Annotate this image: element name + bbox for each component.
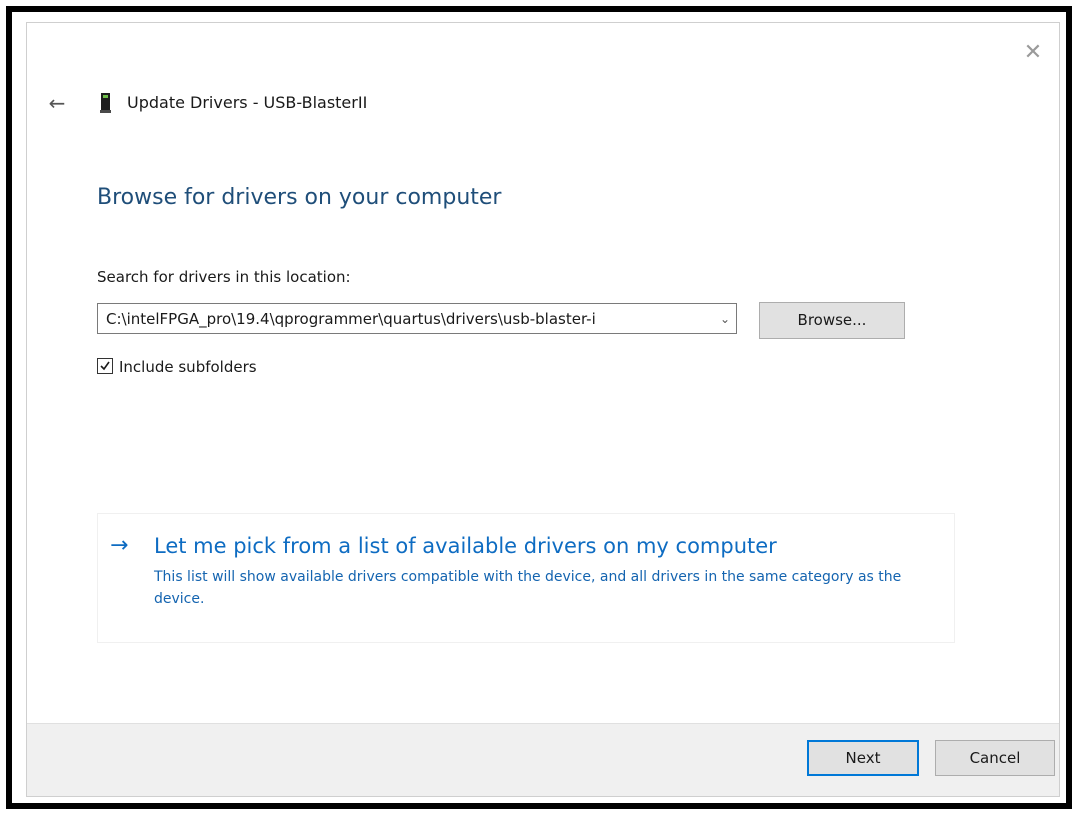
usb-device-icon (100, 93, 111, 113)
driver-path-value: C:\intelFPGA_pro\19.4\qprogrammer\quartu… (106, 310, 596, 328)
checkmark-icon (100, 361, 110, 371)
pick-from-list-title[interactable]: Let me pick from a list of available dri… (154, 532, 777, 560)
update-drivers-dialog: ✕ ← Update Drivers - USB-BlasterII Brows… (26, 22, 1060, 797)
browse-button[interactable]: Browse... (759, 302, 905, 339)
page-heading: Browse for drivers on your computer (97, 185, 502, 210)
wizard-title: Update Drivers - USB-BlasterII (127, 93, 368, 112)
driver-path-combobox[interactable]: C:\intelFPGA_pro\19.4\qprogrammer\quartu… (97, 303, 737, 334)
cancel-button[interactable]: Cancel (935, 740, 1055, 776)
pick-from-list-description: This list will show available drivers co… (154, 569, 902, 607)
search-location-label: Search for drivers in this location: (97, 268, 351, 286)
dialog-footer: Next Cancel (27, 723, 1059, 796)
next-button[interactable]: Next (807, 740, 919, 776)
right-arrow-icon: → (110, 533, 129, 558)
include-subfolders-label: Include subfolders (119, 358, 257, 376)
chevron-down-icon[interactable]: ⌄ (720, 309, 730, 329)
screenshot-frame: ✕ ← Update Drivers - USB-BlasterII Brows… (6, 6, 1072, 809)
close-icon[interactable]: ✕ (1021, 41, 1045, 65)
back-arrow-icon[interactable]: ← (45, 91, 69, 115)
include-subfolders-checkbox[interactable] (97, 358, 113, 374)
pick-from-list-option[interactable]: → Let me pick from a list of available d… (97, 513, 955, 643)
